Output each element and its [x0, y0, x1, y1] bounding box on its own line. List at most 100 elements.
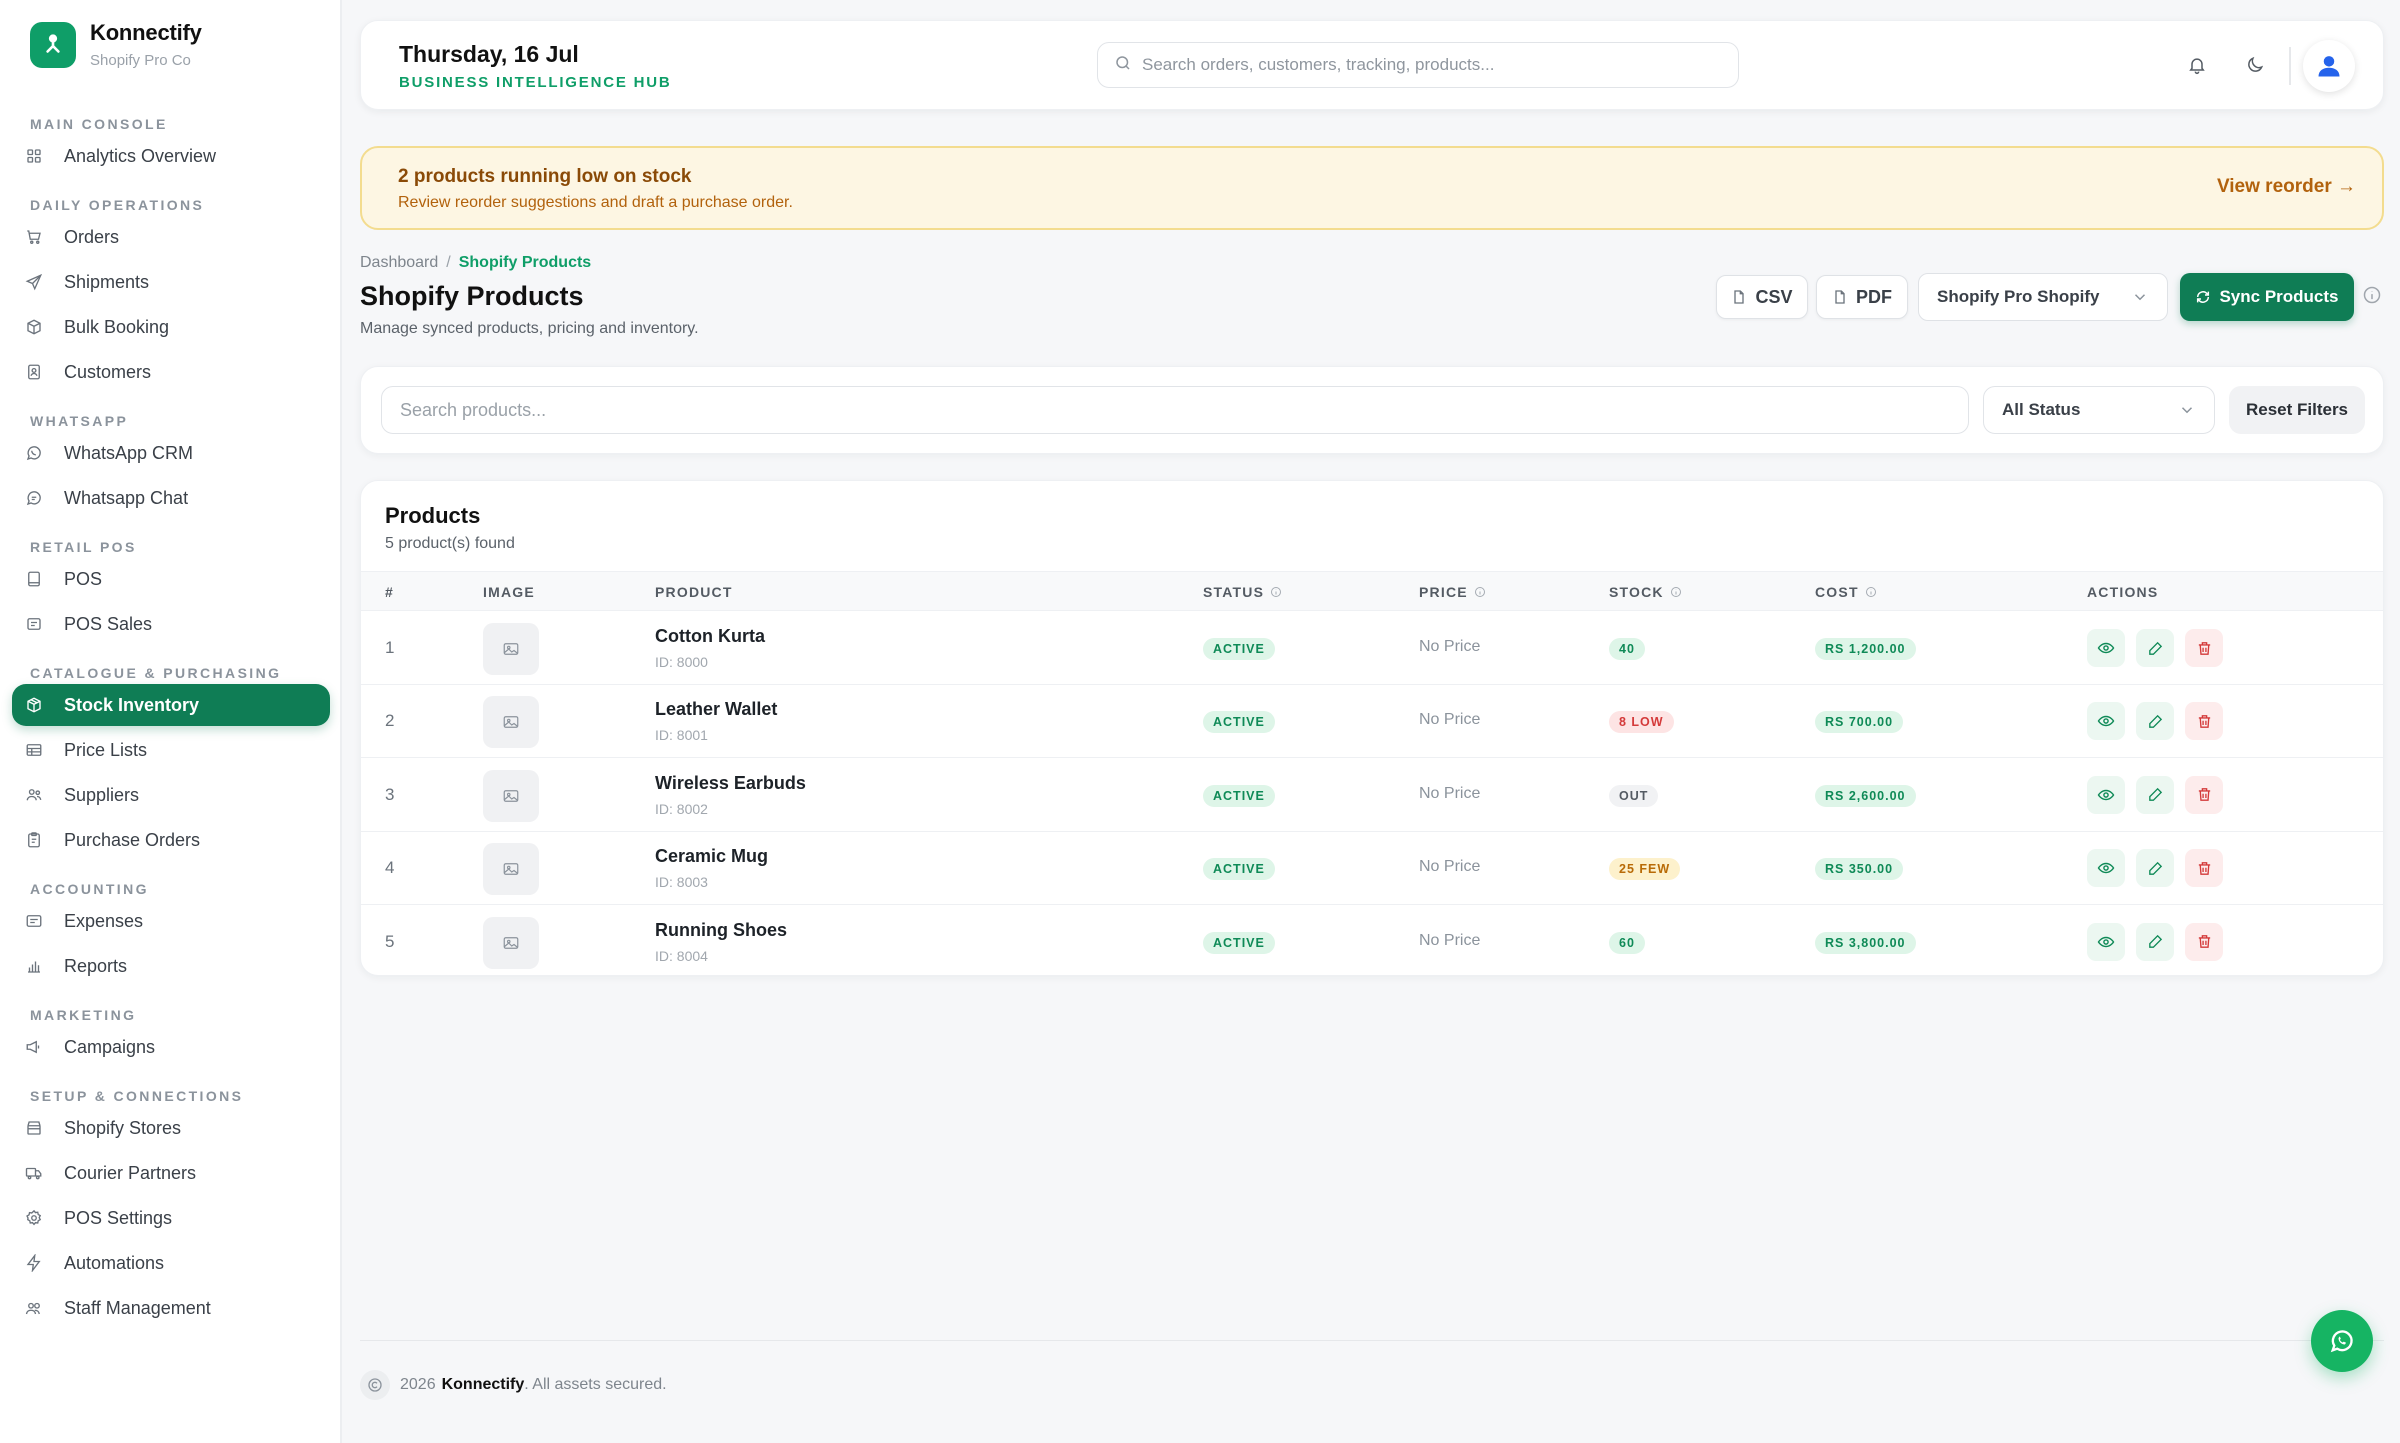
truck-icon [24, 1163, 44, 1183]
moon-icon[interactable] [2241, 51, 2269, 79]
table-row[interactable]: 4 Ceramic Mug ID: 8003 ACTIVE No Price 2… [361, 832, 2383, 906]
view-reorder-link[interactable]: View reorder → [2217, 176, 2356, 198]
brand[interactable]: Konnectify Shopify Pro Co [30, 20, 202, 69]
product-name[interactable]: Ceramic Mug [655, 846, 768, 867]
sidebar-item-shipments[interactable]: Shipments [12, 261, 330, 303]
brand-subtitle: Shopify Pro Co [90, 52, 191, 69]
brand-name: Konnectify [90, 20, 202, 45]
sidebar-item-pos[interactable]: POS [12, 558, 330, 600]
table-row[interactable]: 5 Running Shoes ID: 8004 ACTIVE No Price… [361, 906, 2383, 975]
reset-filters-button[interactable]: Reset Filters [2229, 386, 2365, 434]
product-price: No Price [1419, 858, 1481, 876]
cost-badge: RS 700.00 [1815, 711, 1904, 734]
sidebar-item-reports[interactable]: Reports [12, 945, 330, 987]
view-button[interactable] [2087, 702, 2125, 741]
global-search-input[interactable] [1142, 55, 1702, 75]
sidebar-item-purchase-orders[interactable]: Purchase Orders [12, 819, 330, 861]
sidebar-item-price-lists[interactable]: Price Lists [12, 729, 330, 771]
footer-brand: Konnectify [441, 1376, 525, 1393]
pdf-export-button[interactable]: PDF [1816, 275, 1908, 319]
product-search-input[interactable] [400, 399, 1940, 421]
alert-subtitle: Review reorder suggestions and draft a p… [398, 194, 793, 211]
product-search[interactable] [381, 386, 1969, 434]
delete-button[interactable] [2185, 849, 2223, 888]
sidebar-item-stock-inventory[interactable]: Stock Inventory [12, 684, 330, 726]
trash-icon [2196, 640, 2213, 657]
sync-products-button[interactable]: Sync Products [2180, 273, 2354, 321]
sidebar-item-shopify-stores[interactable]: Shopify Stores [12, 1107, 330, 1149]
column-header-status[interactable]: STATUS [1203, 584, 1282, 600]
delete-button[interactable] [2185, 922, 2223, 961]
avatar[interactable] [2303, 40, 2355, 92]
view-button[interactable] [2087, 775, 2125, 814]
pencil-icon [2147, 933, 2164, 950]
app-root: Konnectify Shopify Pro Co MAIN CONSOLE An… [0, 0, 2400, 1443]
sidebar-item-suppliers[interactable]: Suppliers [12, 774, 330, 816]
product-name[interactable]: Running Shoes [655, 920, 787, 941]
view-button[interactable] [2087, 922, 2125, 961]
sidebar-item-orders[interactable]: Orders [12, 216, 330, 258]
sidebar-item-campaigns[interactable]: Campaigns [12, 1026, 330, 1068]
nav-section-title: RETAIL POS [30, 539, 137, 555]
edit-button[interactable] [2136, 775, 2174, 814]
sidebar-item-whatsapp-crm[interactable]: WhatsApp CRM [12, 432, 330, 474]
sidebar-item-courier-partners[interactable]: Courier Partners [12, 1152, 330, 1194]
view-button[interactable] [2087, 849, 2125, 888]
edit-button[interactable] [2136, 922, 2174, 961]
eye-icon [2097, 712, 2115, 730]
column-header-label: STOCK [1609, 584, 1664, 600]
edit-button[interactable] [2136, 702, 2174, 741]
column-header-price[interactable]: PRICE [1419, 584, 1486, 600]
whatsapp-fab-button[interactable] [2311, 1310, 2373, 1372]
bell-icon[interactable] [2183, 51, 2211, 79]
view-button[interactable] [2087, 629, 2125, 667]
bolt-icon [24, 1253, 44, 1273]
search-icon [1114, 54, 1132, 77]
top-header: Thursday, 16 Jul BUSINESS INTELLIGENCE H… [360, 20, 2384, 110]
column-header-stock[interactable]: STOCK [1609, 584, 1682, 600]
global-search[interactable] [1097, 42, 1739, 88]
trash-icon [2196, 713, 2213, 730]
whatsapp-icon [2328, 1327, 2356, 1355]
sidebar-item-customers[interactable]: Customers [12, 351, 330, 393]
product-name[interactable]: Cotton Kurta [655, 626, 765, 647]
breadcrumb-separator: / [446, 254, 451, 271]
delete-button[interactable] [2185, 629, 2223, 667]
product-name[interactable]: Wireless Earbuds [655, 773, 806, 794]
sidebar-item-staff-management[interactable]: Staff Management [12, 1287, 330, 1329]
trash-icon [2196, 786, 2213, 803]
sidebar-item-pos-sales[interactable]: POS Sales [12, 603, 330, 645]
product-price: No Price [1419, 931, 1481, 949]
store-select[interactable]: Shopify Pro Shopify [1918, 273, 2168, 321]
column-header-cost[interactable]: COST [1815, 584, 1877, 600]
status-badge: ACTIVE [1203, 784, 1275, 807]
sidebar-item-automations[interactable]: Automations [12, 1242, 330, 1284]
box-icon [24, 317, 44, 337]
table-row[interactable]: 2 Leather Wallet ID: 8001 ACTIVE No Pric… [361, 685, 2383, 759]
status-filter-select[interactable]: All Status [1983, 386, 2215, 434]
delete-button[interactable] [2185, 702, 2223, 741]
table-row[interactable]: 3 Wireless Earbuds ID: 8002 ACTIVE No Pr… [361, 759, 2383, 832]
csv-export-button[interactable]: CSV [1716, 275, 1808, 319]
column-header-label: PRICE [1419, 584, 1468, 600]
column-header-index: # [385, 584, 394, 600]
sidebar-item-bulk-booking[interactable]: Bulk Booking [12, 306, 330, 348]
product-name[interactable]: Leather Wallet [655, 699, 777, 720]
receipt-icon [24, 614, 44, 634]
delete-button[interactable] [2185, 775, 2223, 814]
page-title: Shopify Products [360, 281, 584, 311]
info-icon[interactable] [2362, 285, 2384, 307]
table-row[interactable]: 1 Cotton Kurta ID: 8000 ACTIVE No Price … [361, 612, 2383, 685]
sidebar-nav: MAIN CONSOLE Analytics Overview DAILY OPER… [0, 96, 340, 1332]
sidebar-item-analytics-overview[interactable]: Analytics Overview [12, 135, 330, 177]
copyright-icon [360, 1370, 390, 1400]
product-image-placeholder-icon [483, 769, 539, 822]
sidebar-item-pos-settings[interactable]: POS Settings [12, 1197, 330, 1239]
breadcrumb-dashboard[interactable]: Dashboard [360, 254, 438, 271]
edit-button[interactable] [2136, 849, 2174, 888]
sidebar-item-expenses[interactable]: Expenses [12, 900, 330, 942]
sidebar-item-whatsapp-chat[interactable]: Whatsapp Chat [12, 477, 330, 519]
edit-button[interactable] [2136, 629, 2174, 667]
footer-divider [360, 1340, 2384, 1341]
product-image-placeholder-icon [483, 916, 539, 969]
